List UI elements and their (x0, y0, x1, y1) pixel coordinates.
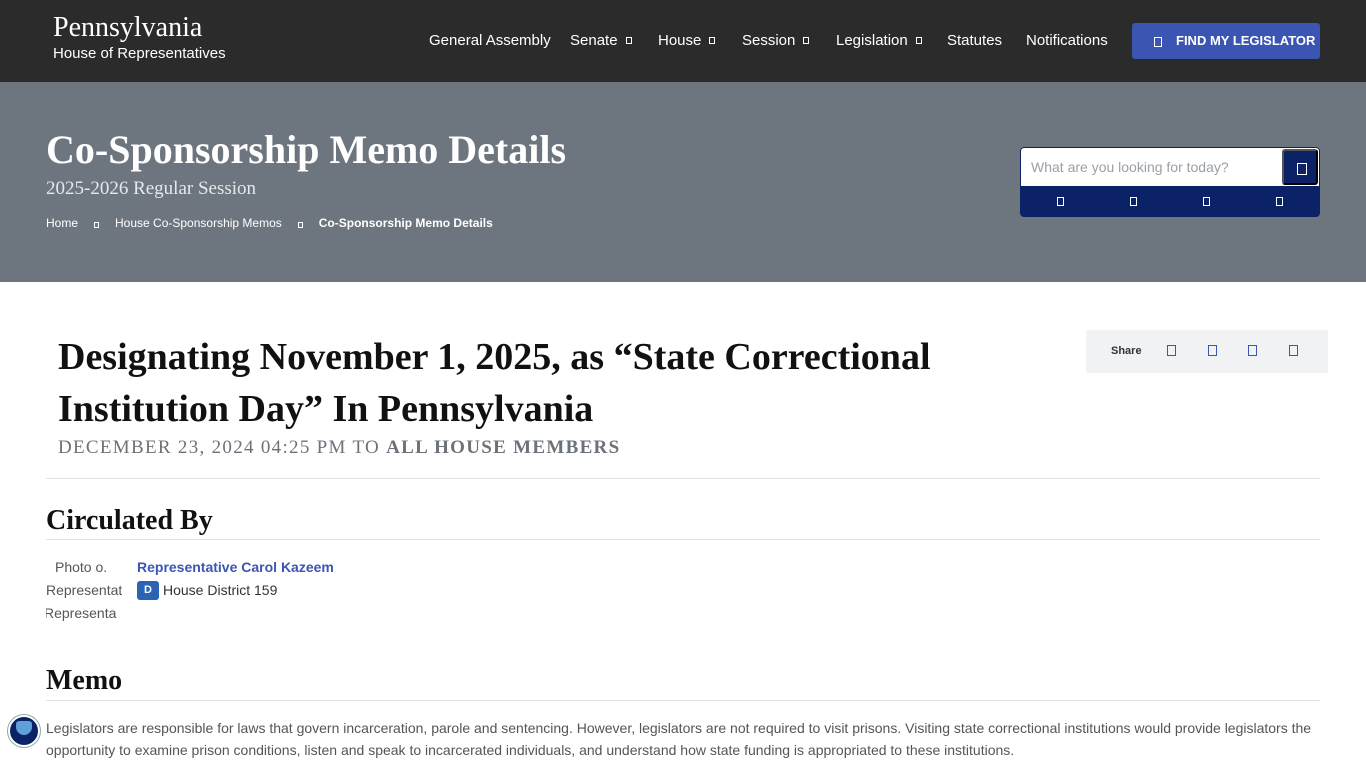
chevron-down-icon (625, 37, 632, 44)
breadcrumb-home[interactable]: Home (46, 216, 78, 230)
photo-alt-line: Photo o. (55, 559, 108, 575)
site-search (1020, 147, 1320, 217)
memo-meta: December 23, 2024 04:25 PM to All House … (58, 437, 620, 459)
nav-label: Statutes (947, 32, 1003, 49)
site-brand[interactable]: Pennsylvania House of Representatives (53, 12, 226, 63)
quick-links-bar (1020, 187, 1320, 217)
search-input[interactable] (1020, 147, 1320, 187)
chevron-right-icon (297, 222, 303, 228)
nav-session[interactable]: Session (742, 32, 810, 49)
memo-title: Designating November 1, 2025, as “State … (58, 336, 931, 430)
representative-name-link[interactable]: Representative Carol Kazeem (137, 559, 334, 575)
chevron-down-icon (709, 37, 716, 44)
brand-subtitle: House of Representatives (53, 45, 226, 62)
find-my-legislator-button[interactable]: FIND MY LEGISLATOR (1132, 23, 1320, 59)
share-twitter-icon[interactable] (1208, 345, 1217, 356)
nav-label: Session (742, 32, 796, 49)
search-button[interactable] (1282, 149, 1318, 185)
nav-label: House (658, 32, 702, 49)
quick-link-3-icon[interactable] (1203, 197, 1210, 206)
accessibility-widget-button[interactable] (8, 715, 40, 747)
find-legislator-label: FIND MY LEGISLATOR (1176, 33, 1316, 48)
divider (46, 700, 1320, 701)
representative-photo: Photo o. Representat Representa (46, 556, 122, 632)
nav-senate[interactable]: Senate (570, 32, 632, 49)
house-district: House District 159 (163, 582, 278, 598)
page-hero: Co-Sponsorship Memo Details 2025-2026 Re… (0, 82, 1366, 282)
nav-legislation[interactable]: Legislation (836, 32, 922, 49)
search-icon (1297, 163, 1307, 175)
party-badge: D (137, 581, 159, 600)
photo-alt-line: Representat (46, 582, 122, 598)
nav-statutes[interactable]: Statutes (947, 32, 1002, 49)
nav-label: Legislation (836, 32, 908, 49)
share-email-icon[interactable] (1248, 345, 1257, 356)
memo-date: December 23, 2024 04:25 PM (58, 437, 347, 458)
brand-title: Pennsylvania (53, 12, 203, 43)
circulated-by-heading: Circulated By (46, 505, 213, 536)
quick-link-4-icon[interactable] (1276, 197, 1283, 206)
chevron-down-icon (803, 37, 810, 44)
memo-recipients: All House Members (386, 437, 621, 458)
breadcrumb: Home House Co-Sponsorship Memos Co-Sponsor… (46, 216, 493, 230)
nav-house[interactable]: House (658, 32, 716, 49)
share-facebook-icon[interactable] (1167, 345, 1176, 356)
divider (46, 478, 1320, 479)
memo-heading: Memo (46, 665, 123, 696)
quick-link-1-icon[interactable] (1057, 197, 1064, 206)
breadcrumb-cosponsorship-memos[interactable]: House Co-Sponsorship Memos (115, 216, 282, 230)
session-subtitle: 2025-2026 Regular Session (46, 178, 257, 199)
nav-label: General Assembly (429, 32, 551, 49)
nav-general-assembly[interactable]: General Assembly (429, 32, 551, 49)
breadcrumb-current: Co-Sponsorship Memo Details (318, 216, 493, 230)
top-navbar: Pennsylvania House of Representatives Ge… (0, 0, 1366, 82)
chevron-down-icon (915, 37, 922, 44)
quick-link-2-icon[interactable] (1130, 197, 1137, 206)
divider (46, 539, 1320, 540)
nav-notifications[interactable]: Notifications (1026, 32, 1108, 49)
nav-label: Notifications (1026, 32, 1108, 49)
map-marker-icon (1154, 37, 1162, 47)
memo-to: to (352, 437, 381, 458)
memo-body: Legislators are responsible for laws tha… (46, 720, 1312, 758)
share-label: Share (1111, 345, 1142, 357)
share-print-icon[interactable] (1289, 345, 1298, 356)
accessibility-icon (16, 721, 32, 735)
photo-alt-line: Representa (46, 605, 117, 621)
page-title: Co-Sponsorship Memo Details (46, 127, 567, 172)
chevron-right-icon (94, 222, 100, 228)
share-bar: Share (1086, 330, 1328, 373)
nav-label: Senate (570, 32, 618, 49)
